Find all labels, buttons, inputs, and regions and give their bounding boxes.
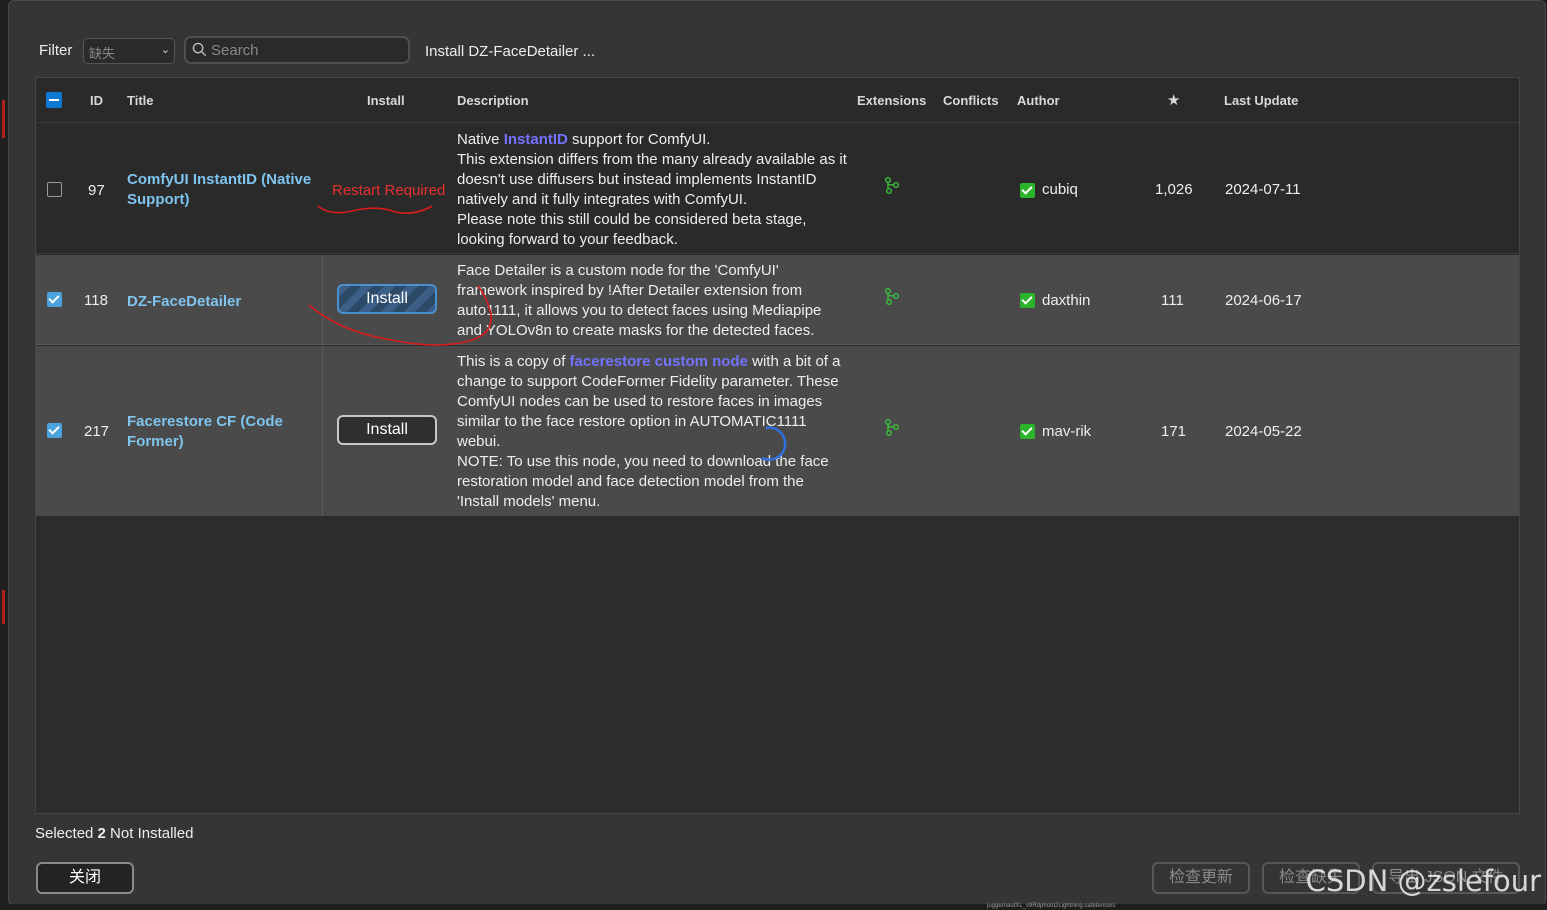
row-title-link[interactable]: DZ-FaceDetailer [127, 292, 322, 312]
row-title-link[interactable]: ComfyUI InstantID (Native Support) [127, 170, 322, 210]
row-last-update: 2024-07-11 [1225, 181, 1301, 198]
row-last-update: 2024-06-17 [1225, 292, 1302, 309]
table-row[interactable]: 97 ComfyUI InstantID (Native Support) Re… [36, 124, 1519, 254]
column-header-extensions[interactable]: Extensions [857, 93, 926, 108]
filter-label: Filter [39, 42, 73, 59]
background-filename: juggernautXL_v9Rdphoto2Lightning.safeten… [987, 903, 1116, 909]
column-header-author[interactable]: Author [1017, 93, 1060, 108]
author-verified-icon [1020, 424, 1035, 439]
filter-dropdown-value: 缺失 [89, 46, 116, 61]
git-branch-icon[interactable] [884, 176, 900, 194]
table-row[interactable]: 118 DZ-FaceDetailer Install Face Detaile… [36, 255, 1519, 345]
custom-nodes-manager-dialog: Filter 缺失 ⌄ Search Install DZ-FaceDetail… [8, 0, 1546, 906]
install-button-busy[interactable]: Install [337, 284, 437, 314]
search-input[interactable]: Search [184, 36, 410, 64]
close-button[interactable]: 关闭 [36, 862, 134, 894]
row-id: 97 [88, 182, 105, 199]
git-branch-icon[interactable] [884, 287, 900, 305]
row-id: 118 [84, 292, 108, 309]
row-author[interactable]: mav-rik [1042, 423, 1091, 440]
row-last-update: 2024-05-22 [1225, 423, 1302, 440]
row-description: Face Detailer is a custom node for the '… [457, 262, 822, 339]
row-checkbox[interactable] [47, 423, 62, 438]
column-header-last-update[interactable]: Last Update [1224, 93, 1298, 108]
row-id: 217 [84, 423, 110, 440]
background-canvas-strip: juggernautXL_v9Rdphoto2Lightning.safeten… [0, 903, 1547, 910]
git-branch-icon[interactable] [884, 418, 900, 436]
row-title-link[interactable]: Facerestore CF (Code Former) [127, 412, 322, 452]
author-verified-icon [1020, 293, 1035, 308]
search-placeholder: Search [211, 42, 259, 59]
author-verified-icon [1020, 183, 1035, 198]
restart-required-label: Restart Required [332, 182, 446, 199]
status-message: Install DZ-FaceDetailer ... [425, 43, 596, 60]
table-row[interactable]: 217 Facerestore CF (Code Former) Install… [36, 346, 1519, 516]
column-header-stars[interactable]: ★ [1167, 91, 1180, 109]
background-window-edge [0, 0, 8, 910]
facerestore-link[interactable]: facerestore custom node [570, 353, 748, 370]
row-stars: 171 [1161, 423, 1187, 440]
column-header-description[interactable]: Description [457, 93, 529, 108]
column-header-conflicts[interactable]: Conflicts [943, 93, 999, 108]
install-button[interactable]: Install [337, 415, 437, 445]
row-description: Native InstantID support for ComfyUI. Th… [457, 131, 847, 248]
row-description: This is a copy of facerestore custom nod… [457, 353, 841, 510]
select-all-checkbox[interactable] [46, 92, 62, 108]
csdn-watermark: CSDN @zslefour [1305, 864, 1541, 898]
instantid-link[interactable]: InstantID [504, 131, 568, 148]
row-author[interactable]: daxthin [1042, 292, 1090, 309]
check-update-button[interactable]: 检查更新 [1152, 862, 1250, 894]
search-icon [192, 42, 207, 57]
selection-summary: Selected 2 Not Installed [35, 825, 194, 842]
filter-dropdown[interactable]: 缺失 ⌄ [83, 38, 175, 64]
row-author[interactable]: cubiq [1042, 181, 1078, 198]
column-header-id[interactable]: ID [90, 93, 103, 108]
row-checkbox[interactable] [47, 182, 62, 197]
selected-count: 2 [97, 825, 106, 842]
row-stars: 111 [1161, 292, 1184, 309]
table-header: ID Title Install Description Extensions … [36, 78, 1519, 123]
row-checkbox[interactable] [47, 292, 62, 307]
column-header-title[interactable]: Title [127, 93, 154, 108]
column-header-install[interactable]: Install [367, 93, 405, 108]
chevron-down-icon: ⌄ [160, 44, 170, 56]
row-stars: 1,026 [1155, 181, 1193, 198]
nodes-table: ID Title Install Description Extensions … [35, 77, 1520, 814]
